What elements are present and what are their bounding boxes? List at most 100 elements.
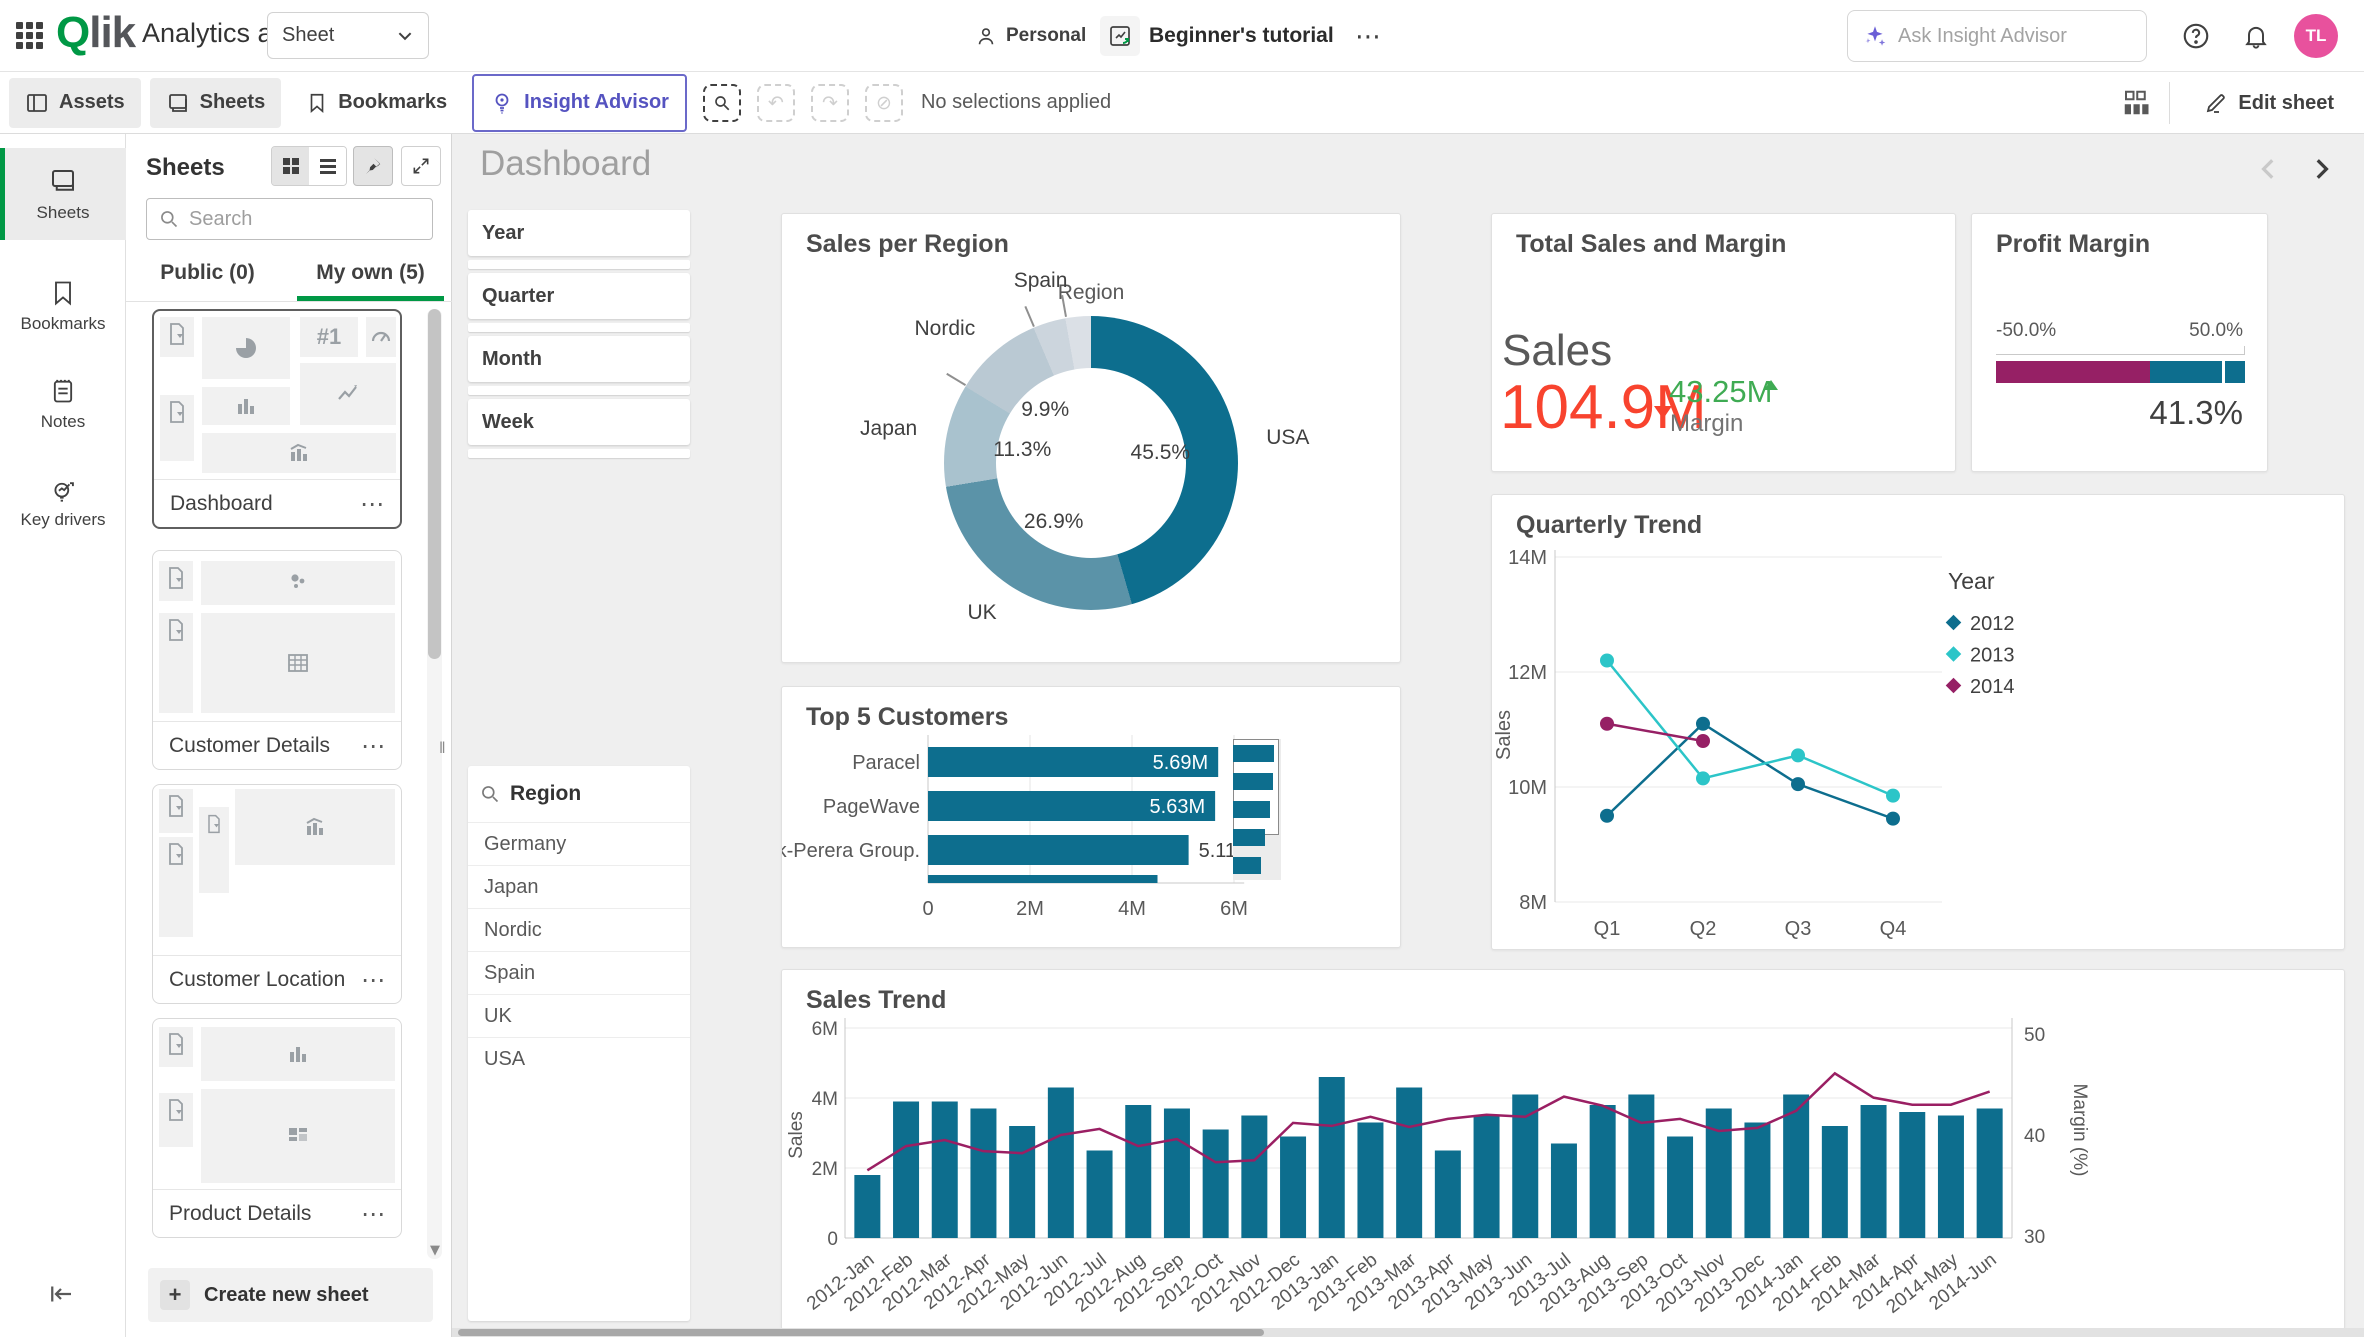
bookmarks-button[interactable]: Bookmarks [290, 77, 464, 128]
tab-my-own[interactable]: My own (5) [289, 244, 452, 301]
data-point-2012[interactable] [1886, 811, 1900, 826]
filter-week[interactable]: Week [468, 399, 690, 458]
bar-2013-May[interactable] [1473, 1115, 1500, 1239]
line-series-2014[interactable] [1606, 722, 1704, 743]
edit-sheet-button[interactable]: Edit sheet [2188, 78, 2350, 128]
rail-item-key-drivers[interactable]: Key drivers [0, 456, 126, 548]
data-point-2013[interactable] [1886, 788, 1900, 803]
bar-2012-Jul[interactable] [1086, 1150, 1113, 1239]
bar-2013-Apr[interactable] [1434, 1150, 1461, 1239]
bar-2013-Aug[interactable] [1589, 1105, 1616, 1238]
bar-2012-Jun[interactable] [1047, 1087, 1074, 1239]
gauge-segment-0[interactable] [1996, 361, 2151, 383]
bar-2014-Feb[interactable] [1821, 1126, 1848, 1238]
bar-2013-Feb[interactable] [1357, 1122, 1384, 1239]
data-point-2014[interactable] [1600, 716, 1614, 731]
insight-advisor-search[interactable]: Ask Insight Advisor [1847, 10, 2147, 62]
bar-2013-Jan[interactable] [1318, 1077, 1345, 1238]
data-point-2012[interactable] [1600, 808, 1614, 823]
tab-public[interactable]: Public (0) [126, 244, 289, 301]
sheet-card-product-details[interactable]: Product Details ⋯ [152, 1018, 402, 1238]
region-value-uk[interactable]: UK [468, 994, 690, 1037]
sheet-card-dashboard[interactable]: #1 Dashboard ⋯ [152, 309, 402, 529]
quarterly-trend-chart[interactable]: 8M 10M 12M 14M Q1 Q2 Q3 Q4 Sales Year 2012 2013 2014 [1492, 495, 2344, 949]
horizontal-scrollbar-thumb[interactable] [458, 1329, 1264, 1336]
bar-2014-Jun[interactable] [1976, 1108, 2003, 1239]
expand-panel-button[interactable] [401, 146, 441, 186]
panel-scrollbar-thumb[interactable] [428, 309, 441, 659]
sheet-card-customer-details[interactable]: Customer Details ⋯ [152, 550, 402, 770]
sheet-more-menu[interactable]: ⋯ [360, 490, 384, 518]
bar-2013-Dec[interactable] [1744, 1122, 1771, 1239]
sheet-more-menu[interactable]: ⋯ [361, 732, 385, 760]
help-icon[interactable] [2180, 20, 2212, 52]
sheets-button[interactable]: Sheets [149, 77, 282, 128]
next-sheet-icon[interactable] [2304, 152, 2338, 186]
redo-selection-icon[interactable]: ↷ [810, 83, 849, 122]
app-more-menu[interactable]: ⋯ [1355, 0, 1381, 72]
sales-per-region-chart[interactable]: Region USA 45.5% UK 26.9% Japan 11.3% Nordic 9.9… [782, 214, 1400, 662]
rail-item-notes[interactable]: Notes [0, 358, 126, 450]
previous-sheet-icon[interactable] [2252, 152, 2286, 186]
rail-item-bookmarks[interactable]: Bookmarks [0, 260, 126, 352]
region-value-germany[interactable]: Germany [468, 822, 690, 865]
collapse-panel-icon[interactable] [44, 1279, 78, 1309]
app-launcher-icon[interactable] [16, 22, 44, 50]
data-point-2014[interactable] [1696, 734, 1710, 748]
filter-month[interactable]: Month [468, 336, 690, 395]
bar-2012-Nov[interactable] [1241, 1115, 1268, 1239]
bar-2012-Aug[interactable] [1125, 1105, 1152, 1238]
bar-2013-Jul[interactable] [1550, 1143, 1577, 1239]
bar-partial[interactable] [928, 875, 1158, 883]
insight-advisor-button[interactable]: Insight Advisor [472, 73, 687, 132]
region-value-nordic[interactable]: Nordic [468, 908, 690, 951]
grid-view-button[interactable] [272, 147, 309, 185]
sheet-more-menu[interactable]: ⋯ [361, 966, 385, 994]
filter-year[interactable]: Year [468, 210, 690, 269]
assets-button[interactable]: Assets [9, 77, 141, 128]
data-point-2013[interactable] [1696, 771, 1710, 786]
total-sales-margin-kpi-card[interactable]: Total Sales and Margin Sales 104.9M 43.2… [1491, 213, 1956, 472]
panel-resize-grip[interactable]: ‖ [439, 740, 447, 762]
bar-2013-Oct[interactable] [1667, 1136, 1694, 1239]
bar-2014-May[interactable] [1937, 1115, 1964, 1239]
sales-trend-chart[interactable]: 0 2M 4M 6M 30 40 50 Sales Margin (%) 2012-Jan 2012… [782, 970, 2344, 1329]
bar-deak-perera-group-[interactable] [928, 835, 1189, 865]
region-value-usa[interactable]: USA [468, 1037, 690, 1080]
top-5-customers-chart[interactable]: 0 2M 4M 6M Paracel 5.69M PageWave 5.63M Deak-Per… [782, 687, 1400, 947]
sheets-search-input[interactable]: Search [146, 198, 433, 240]
bar-2013-Mar[interactable] [1396, 1087, 1423, 1239]
avatar[interactable]: TL [2294, 14, 2338, 58]
region-value-japan[interactable]: Japan [468, 865, 690, 908]
chart-minimap[interactable] [1233, 739, 1281, 880]
data-point-2012[interactable] [1791, 777, 1805, 792]
gauge-segment-1[interactable] [2150, 361, 2245, 383]
clear-selections-icon[interactable]: ⊘ [864, 83, 903, 122]
bar-2012-Mar[interactable] [931, 1101, 958, 1239]
sheet-more-menu[interactable]: ⋯ [361, 1200, 385, 1228]
data-point-2013[interactable] [1600, 653, 1614, 668]
bar-2014-Apr[interactable] [1899, 1112, 1926, 1238]
bar-2012-Apr[interactable] [970, 1108, 997, 1239]
line-series-2012[interactable] [1606, 722, 1894, 820]
profit-margin-gauge[interactable]: -50.0% 50.0% 41.3% [1972, 214, 2267, 471]
bar-2012-May[interactable] [1009, 1126, 1036, 1238]
space-selector[interactable]: Personal [975, 0, 1086, 72]
data-point-2013[interactable] [1791, 748, 1805, 763]
create-new-sheet-button[interactable]: + Create new sheet [148, 1268, 433, 1322]
bar-2012-Feb[interactable] [893, 1101, 920, 1239]
rail-item-sheets[interactable]: Sheets [0, 148, 126, 240]
smart-search-icon[interactable] [702, 83, 741, 122]
undo-selection-icon[interactable]: ↶ [756, 83, 795, 122]
region-filter-header[interactable]: Region [468, 766, 690, 822]
sheet-selector-dropdown[interactable]: Sheet [267, 12, 429, 59]
bar-2014-Mar[interactable] [1860, 1105, 1887, 1238]
bar-2013-Sep[interactable] [1628, 1094, 1655, 1239]
bar-2012-Jan[interactable] [854, 1175, 881, 1238]
bar-2012-Dec[interactable] [1280, 1136, 1307, 1239]
notifications-bell-icon[interactable] [2240, 20, 2272, 52]
list-view-button[interactable] [309, 147, 346, 185]
scroll-down-icon[interactable]: ▼ [429, 1244, 441, 1257]
sheet-layout-icon[interactable] [2121, 88, 2151, 118]
sheet-card-customer-location[interactable]: Customer Location ⋯ [152, 784, 402, 1004]
